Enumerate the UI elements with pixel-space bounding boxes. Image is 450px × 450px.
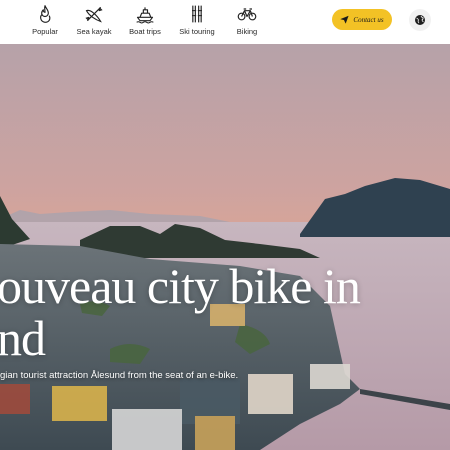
hero-background-image — [0, 44, 450, 450]
contact-us-button[interactable]: Contact us — [332, 9, 392, 30]
hero-section: ouveau city bike in nd gian tourist attr… — [0, 44, 450, 450]
nav-item-biking[interactable]: Biking — [215, 4, 279, 36]
boat-icon — [136, 7, 154, 24]
bicycle-icon — [237, 8, 257, 21]
hero-headline-line-2: nd — [0, 310, 46, 366]
top-navigation: Popular Sea kayak Boat trips Ski touring… — [0, 0, 450, 44]
hero-headline: ouveau city bike in nd — [0, 260, 450, 364]
nav-item-label: Biking — [236, 27, 258, 36]
hero-subtitle: gian tourist attraction Ålesund from the… — [0, 370, 239, 381]
globe-icon — [415, 15, 425, 25]
nav-item-label: Sea kayak — [76, 27, 112, 36]
flame-icon — [40, 5, 51, 23]
nav-item-label: Ski touring — [179, 27, 215, 36]
contact-us-label: Contact us — [353, 15, 384, 24]
nav-item-label: Popular — [32, 27, 58, 36]
language-button[interactable] — [409, 9, 431, 31]
hero-headline-line-1: ouveau city bike in — [0, 258, 361, 314]
send-icon — [340, 15, 349, 24]
kayak-icon — [85, 6, 103, 23]
ski-icon — [192, 5, 202, 23]
nav-item-label: Boat trips — [129, 27, 161, 36]
